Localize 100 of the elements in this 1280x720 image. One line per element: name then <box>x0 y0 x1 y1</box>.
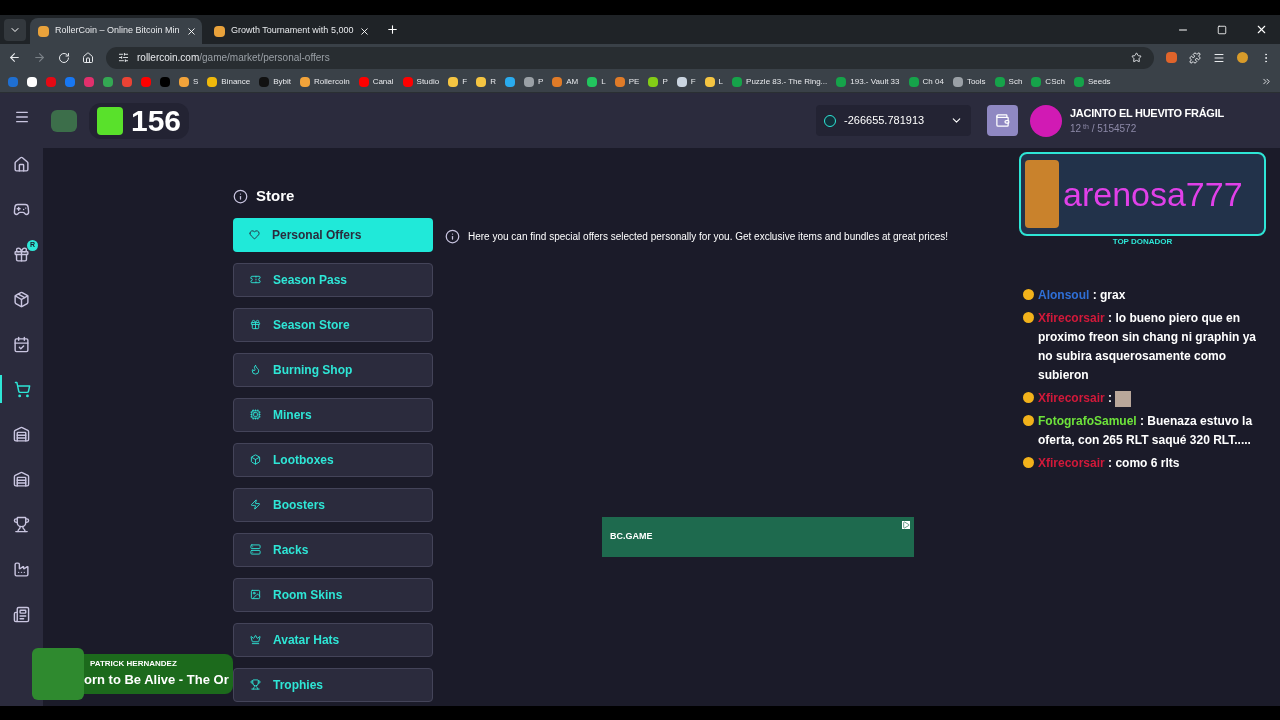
store-item-icon <box>250 409 261 420</box>
donor-caption: TOP DONADOR <box>1111 236 1174 248</box>
chat-separator: : <box>1108 456 1113 470</box>
store-item-icon <box>250 319 261 330</box>
store-tab[interactable]: Room Skins <box>233 577 433 612</box>
chat-message: Xfirecorsair : lo bueno piero que en proximo freon sin chang ni graphin ya no subira asquerosamente como subieron <box>1038 310 1258 384</box>
level-badge: 156 <box>89 102 190 139</box>
store-item-icon <box>250 364 261 375</box>
album-art <box>32 648 84 700</box>
bookmark[interactable]: S <box>179 75 199 88</box>
bookmark[interactable]: CSch <box>1031 75 1065 88</box>
emote-icon <box>1115 390 1132 407</box>
new-tab-icon[interactable] <box>386 23 399 36</box>
store-tab[interactable]: Boosters <box>233 487 433 522</box>
info-text: Here you can find special offers selected personally for you. Get exclusive items and bundles at great prices! <box>468 230 949 244</box>
site-settings-icon[interactable] <box>118 52 129 63</box>
store-tab[interactable]: Personal Offers <box>233 217 433 252</box>
tab-title: Growth Tournament with 5,000 <box>231 24 354 38</box>
store-tab[interactable]: Season Pass <box>233 262 433 297</box>
chat-message: Xfirecorsair : como 6 rlts <box>1038 455 1180 472</box>
ad-banner[interactable]: BC.GAME <box>602 517 914 557</box>
bookmark[interactable]: Bybit <box>259 75 292 88</box>
restore-icon[interactable] <box>1217 24 1227 35</box>
back-icon[interactable] <box>8 51 21 64</box>
address-bar[interactable]: rollercoin.com/game/market/personal-offers <box>106 46 1154 69</box>
bookmark[interactable]: Studio <box>402 75 440 88</box>
store-tab[interactable]: Racks <box>233 532 433 567</box>
home-icon[interactable] <box>82 51 94 64</box>
bookmark[interactable]: R <box>476 75 496 88</box>
store-tab[interactable]: Burning Shop <box>233 352 433 387</box>
bookmark[interactable]: AM <box>552 75 579 88</box>
bookmark[interactable]: Rollercoin <box>300 75 350 88</box>
chat-badge-icon <box>1023 392 1034 403</box>
store-tab[interactable]: Miners <box>233 397 433 432</box>
chat-separator: : <box>1108 311 1113 325</box>
bookmark[interactable]: P <box>648 75 668 88</box>
bookmark[interactable]: 193.- Vault 33 <box>836 75 900 88</box>
info-icon[interactable] <box>233 188 248 204</box>
chat-separator: : <box>1092 288 1097 302</box>
user-avatar <box>1030 104 1062 137</box>
bookmark[interactable]: Tools <box>952 75 986 88</box>
reload-icon[interactable] <box>58 51 70 64</box>
more-bookmarks-icon[interactable] <box>1261 76 1272 87</box>
bookmark[interactable]: Ch 04 <box>908 75 944 88</box>
info-icon[interactable] <box>445 229 460 244</box>
nav-icon <box>13 245 30 263</box>
store-tab[interactable]: Lootboxes <box>233 442 433 477</box>
close-icon[interactable] <box>185 25 197 37</box>
nav-icon <box>14 380 31 398</box>
store-tab[interactable]: Avatar Hats <box>233 622 433 657</box>
store-tab[interactable]: Trophies <box>233 667 433 702</box>
browser-tab[interactable]: Growth Tournament with 5,000 <box>206 18 378 44</box>
chat-separator: : <box>1108 391 1113 405</box>
store-title: Store <box>256 186 295 206</box>
ad-choice-icon[interactable] <box>902 521 910 529</box>
nav-icon <box>13 425 30 443</box>
chat-badge-icon <box>1023 415 1034 426</box>
store-tab[interactable]: Season Store <box>233 307 433 342</box>
bookmark-icon[interactable] <box>27 76 37 87</box>
nav-icon <box>13 290 30 308</box>
donor-name: arenosa777 <box>1063 173 1243 215</box>
extensions-icon[interactable] <box>1189 51 1201 64</box>
chat-badge-icon <box>1023 312 1034 323</box>
bookmark[interactable]: Binance <box>207 75 251 88</box>
user-name: JACINTO EL HUEVITO FRÁGIL <box>1070 105 1225 121</box>
bookmark[interactable]: L <box>704 75 724 88</box>
forward-icon[interactable] <box>33 51 46 64</box>
chat-message: Alonsoul : grax <box>1038 287 1126 304</box>
wallet-button[interactable] <box>987 105 1018 136</box>
bookmark[interactable]: Canal <box>358 75 394 88</box>
user-rank: 12 $^{th}$ / 5154572 <box>1070 121 1138 137</box>
ad-brand: BC.GAME <box>610 530 653 544</box>
store-item-icon <box>250 679 261 690</box>
balance-dropdown[interactable]: -266655.781913 <box>816 105 971 136</box>
tab-title: RollerCoin – Online Bitcoin Min <box>55 24 180 38</box>
nav-icon <box>13 560 30 578</box>
menu-icon[interactable] <box>13 109 30 125</box>
chat-message: FotografoSamuel : Buenaza estuvo la oferta, con 265 RLT saqué 320 RLT..... <box>1038 413 1254 449</box>
bookmark-star-icon[interactable] <box>1131 52 1142 63</box>
bookmark[interactable]: PE <box>614 75 640 88</box>
browser-tab[interactable]: RollerCoin – Online Bitcoin Min <box>30 18 202 44</box>
tab-search-button[interactable] <box>4 18 26 41</box>
store-item-icon <box>250 454 261 465</box>
chat-separator: : <box>1140 414 1144 428</box>
nav-icon <box>13 155 30 173</box>
music-artist: PATRICK HERNANDEZ <box>89 658 178 671</box>
store-item-icon <box>250 274 261 285</box>
media-icon[interactable] <box>1213 51 1225 64</box>
profile-icon[interactable] <box>1237 52 1248 63</box>
bookmark[interactable]: F <box>676 75 696 88</box>
nav-icon <box>13 605 30 623</box>
bookmark[interactable]: L <box>587 75 606 88</box>
bookmark[interactable]: P <box>523 75 544 88</box>
close-icon[interactable] <box>359 25 371 37</box>
bookmark[interactable]: F <box>448 75 468 88</box>
bookmark[interactable]: Sch <box>994 75 1023 88</box>
close-icon[interactable] <box>1255 23 1268 36</box>
bookmark[interactable]: Seeds <box>1073 75 1111 88</box>
bookmark[interactable]: Puzzle 83.- The Ring... <box>732 75 828 88</box>
chat-message: Xfirecorsair : <box>1038 389 1132 408</box>
